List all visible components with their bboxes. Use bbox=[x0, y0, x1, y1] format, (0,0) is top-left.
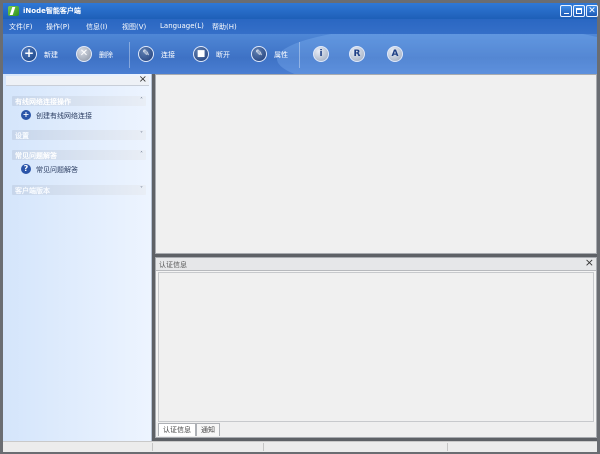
a-button[interactable]: A bbox=[387, 46, 403, 62]
left-panel: × 有线网络连接操作 ˄ + 创建有线网络连接 设置 ˅ 常见问题解答 ˄ ? … bbox=[3, 74, 152, 441]
toolbar: + 新建 ✕ 删除 ✎ 连接 ■ 断开 ✎ 属性 i R A bbox=[3, 34, 597, 74]
section-faq[interactable]: 常见问题解答 ˄ bbox=[12, 150, 146, 160]
section-client-version[interactable]: 客户端版本 ˅ bbox=[12, 185, 146, 195]
title-bar[interactable]: iNode智能客户端 ✕ bbox=[3, 3, 598, 19]
wrench-icon: ✎ bbox=[251, 46, 267, 62]
menu-view[interactable]: 视图(V) bbox=[122, 22, 146, 32]
plus-icon: + bbox=[21, 110, 31, 120]
menu-help[interactable]: 帮助(H) bbox=[212, 22, 237, 32]
properties-label: 属性 bbox=[274, 51, 288, 59]
properties-button[interactable]: ✎ 属性 bbox=[251, 46, 299, 62]
r-button[interactable]: R bbox=[349, 46, 365, 62]
info-button[interactable]: i bbox=[313, 46, 329, 62]
chevron-up-icon: ˄ bbox=[140, 97, 143, 104]
menu-operation[interactable]: 操作(P) bbox=[46, 22, 70, 32]
tab-notice[interactable]: 通知 bbox=[196, 423, 220, 436]
status-separator bbox=[263, 443, 264, 451]
menu-language[interactable]: Language(L) bbox=[160, 22, 204, 30]
section-label: 常见问题解答 bbox=[15, 152, 57, 160]
status-bar bbox=[3, 441, 597, 452]
chevron-up-icon: ˄ bbox=[140, 151, 143, 158]
new-button[interactable]: + 新建 bbox=[21, 46, 69, 62]
tab-auth-info[interactable]: 认证信息 bbox=[158, 423, 196, 436]
auth-tab-bar: 认证信息 通知 bbox=[156, 422, 596, 437]
auth-panel-header: 认证信息 × bbox=[156, 257, 596, 271]
faq-link[interactable]: ? 常见问题解答 bbox=[21, 164, 121, 176]
left-panel-header: × bbox=[6, 74, 149, 86]
new-label: 新建 bbox=[44, 51, 58, 59]
info-icon: i bbox=[313, 46, 329, 62]
a-icon: A bbox=[387, 46, 403, 62]
app-window: iNode智能客户端 ✕ 文件(F) 操作(P) 信息(I) 视图(V) Lan… bbox=[0, 0, 600, 454]
disconnect-label: 断开 bbox=[216, 51, 230, 59]
section-label: 客户端版本 bbox=[15, 187, 50, 195]
auth-panel: 认证信息 × 认证信息 通知 bbox=[155, 257, 597, 438]
stop-icon: ■ bbox=[193, 46, 209, 62]
status-separator bbox=[152, 443, 153, 451]
auth-panel-title: 认证信息 bbox=[159, 261, 187, 269]
minimize-button[interactable] bbox=[560, 5, 572, 17]
question-icon: ? bbox=[21, 164, 31, 174]
section-settings[interactable]: 设置 ˅ bbox=[12, 130, 146, 140]
window-title: iNode智能客户端 bbox=[23, 7, 81, 15]
section-label: 有线网络连接操作 bbox=[15, 98, 71, 106]
pen-icon: ✎ bbox=[138, 46, 154, 62]
toolbar-separator bbox=[129, 42, 130, 68]
app-icon bbox=[8, 6, 19, 16]
connect-button[interactable]: ✎ 连接 bbox=[138, 46, 186, 62]
maximize-icon bbox=[576, 8, 582, 14]
create-wired-connection-link[interactable]: + 创建有线网络连接 bbox=[21, 110, 141, 122]
r-icon: R bbox=[349, 46, 365, 62]
section-label: 设置 bbox=[15, 132, 29, 140]
chevron-down-icon: ˅ bbox=[140, 186, 143, 193]
create-wired-connection-label: 创建有线网络连接 bbox=[36, 112, 92, 120]
x-circle-icon: ✕ bbox=[76, 46, 92, 62]
delete-label: 删除 bbox=[99, 51, 113, 59]
menu-bar: 文件(F) 操作(P) 信息(I) 视图(V) Language(L) 帮助(H… bbox=[3, 19, 597, 34]
auth-close-icon[interactable]: × bbox=[585, 257, 594, 269]
close-button[interactable]: ✕ bbox=[586, 5, 598, 17]
connection-area[interactable] bbox=[155, 74, 597, 254]
menu-info[interactable]: 信息(I) bbox=[86, 22, 108, 32]
connect-label: 连接 bbox=[161, 51, 175, 59]
maximize-button[interactable] bbox=[573, 5, 585, 17]
toolbar-separator bbox=[299, 42, 300, 68]
delete-button[interactable]: ✕ 删除 bbox=[76, 46, 124, 62]
auth-info-content bbox=[158, 272, 594, 422]
minimize-icon bbox=[564, 13, 569, 14]
status-separator bbox=[447, 443, 448, 451]
menu-file[interactable]: 文件(F) bbox=[9, 22, 33, 32]
faq-label: 常见问题解答 bbox=[36, 166, 78, 174]
plus-icon: + bbox=[21, 46, 37, 62]
section-wired-connection[interactable]: 有线网络连接操作 ˄ bbox=[12, 96, 146, 106]
left-panel-close-icon[interactable]: × bbox=[139, 74, 147, 86]
chevron-down-icon: ˅ bbox=[140, 131, 143, 138]
disconnect-button[interactable]: ■ 断开 bbox=[193, 46, 241, 62]
